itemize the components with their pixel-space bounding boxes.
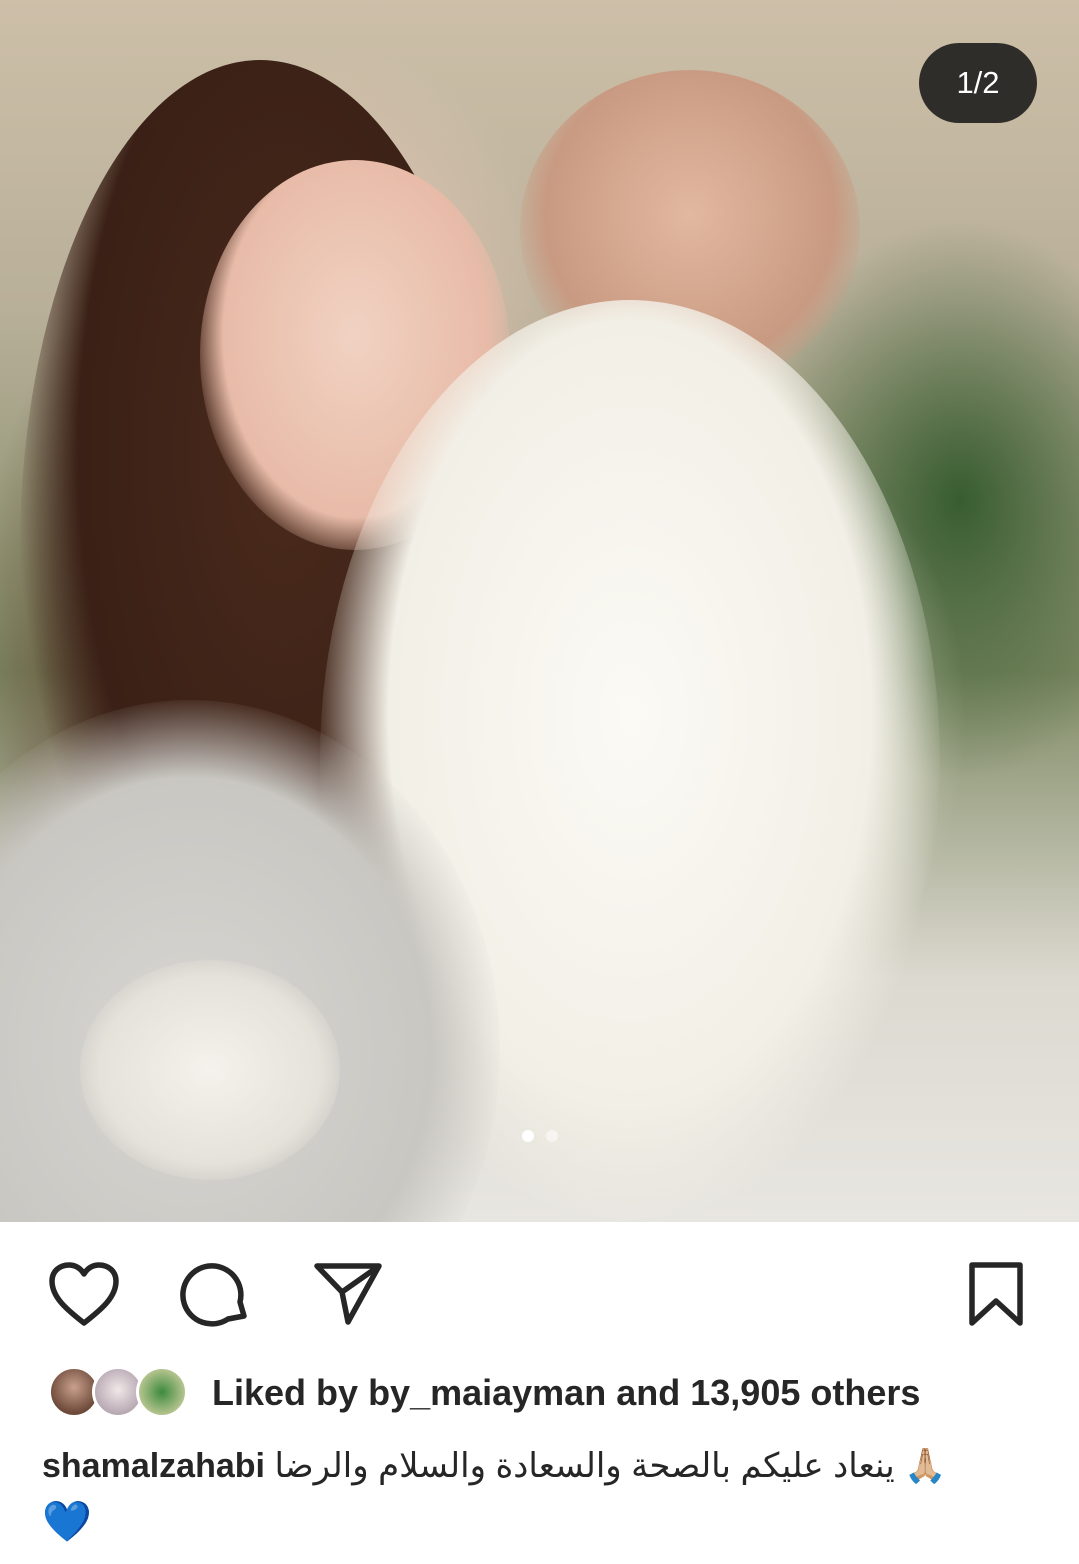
carousel-dots (0, 1130, 1079, 1142)
likes-text: Liked by by_maiayman and 13,905 others (212, 1372, 920, 1414)
save-button[interactable] (960, 1258, 1032, 1330)
like-button[interactable] (48, 1258, 120, 1330)
liker-username[interactable]: by_maiayman (368, 1372, 606, 1413)
bookmark-icon (969, 1262, 1023, 1326)
blue-heart-emoji: 💙 (42, 1499, 92, 1545)
caption-text: ينعاد عليكم بالصحة والسعادة والسلام والر… (274, 1447, 895, 1485)
carousel-dot-active[interactable] (521, 1130, 534, 1142)
liker-avatars (48, 1364, 188, 1422)
likes-and: and (616, 1372, 681, 1413)
share-button[interactable] (312, 1258, 384, 1330)
action-bar (0, 1222, 1079, 1362)
pray-emoji: 🙏🏼 (904, 1446, 947, 1486)
likes-prefix: Liked by (212, 1372, 359, 1413)
comment-button[interactable] (180, 1258, 252, 1330)
avatar (136, 1366, 188, 1418)
carousel-counter-badge: 1/2 (919, 43, 1037, 123)
photo-shoe-shape (80, 960, 340, 1180)
likes-count[interactable]: 13,905 others (690, 1372, 920, 1413)
heart-icon (49, 1262, 119, 1326)
carousel-dot[interactable] (545, 1130, 558, 1142)
comment-icon (180, 1263, 247, 1327)
caption-username[interactable]: shamalzahabi (42, 1447, 265, 1485)
paper-plane-icon (314, 1263, 382, 1325)
likes-row[interactable]: Liked by by_maiayman and 13,905 others (48, 1362, 920, 1424)
carousel-counter-text: 1/2 (956, 65, 1000, 100)
post-image[interactable]: 1/2 (0, 0, 1079, 1222)
caption: shamalzahabi ينعاد عليكم بالصحة والسعادة… (42, 1438, 1042, 1552)
